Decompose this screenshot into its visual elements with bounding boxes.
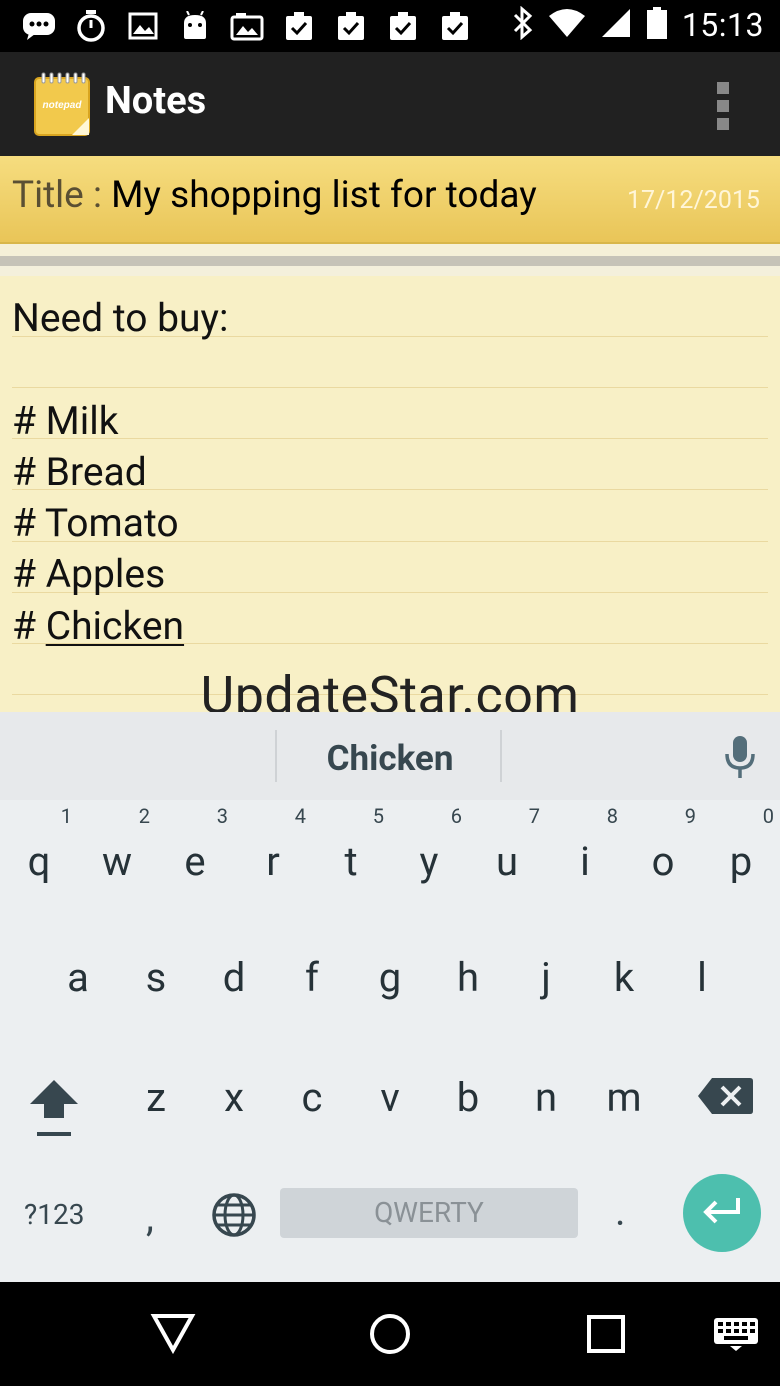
clipboard-check-icon <box>332 8 370 44</box>
clipboard-check-icon <box>280 8 318 44</box>
suggestion-word[interactable]: Chicken <box>280 738 500 779</box>
microphone-icon[interactable] <box>722 734 758 782</box>
space-bar[interactable]: QWERTY <box>280 1188 578 1238</box>
note-date: 17/12/2015 <box>626 186 760 215</box>
key-a[interactable]: a <box>39 954 117 1001</box>
note-line[interactable]: # Tomato <box>12 501 179 545</box>
key-y[interactable]: y6 <box>390 804 468 885</box>
key-h[interactable]: h <box>429 954 507 1001</box>
key-b[interactable]: b <box>429 1074 507 1121</box>
key-u[interactable]: u7 <box>468 804 546 885</box>
back-icon[interactable] <box>150 1312 196 1358</box>
suggestion-divider <box>500 730 502 782</box>
key-e[interactable]: e3 <box>156 804 234 885</box>
enter-button[interactable] <box>683 1174 761 1252</box>
note-line[interactable]: # Milk <box>12 399 118 443</box>
key-j[interactable]: j <box>507 954 585 1001</box>
note-line[interactable]: # Bread <box>12 450 147 494</box>
note-line[interactable]: # Apples <box>12 552 165 596</box>
wifi-icon <box>548 8 586 42</box>
divider <box>0 256 780 266</box>
key-m[interactable]: m <box>585 1074 663 1121</box>
note-line[interactable]: # Chicken <box>12 604 184 648</box>
app-bar: notepad Notes <box>0 52 780 156</box>
key-c[interactable]: c <box>273 1074 351 1121</box>
key-n[interactable]: n <box>507 1074 585 1121</box>
key-k[interactable]: k <box>585 954 663 1001</box>
key-v[interactable]: v <box>351 1074 429 1121</box>
notepad-logo-icon: notepad <box>34 72 90 136</box>
image-icon <box>124 8 162 44</box>
key-g[interactable]: g <box>351 954 429 1001</box>
chat-icon <box>20 8 58 44</box>
note-line[interactable]: Need to buy: <box>12 296 228 340</box>
shift-icon[interactable] <box>24 1074 84 1144</box>
timer-icon <box>72 8 110 44</box>
key-d[interactable]: d <box>195 954 273 1001</box>
suggestion-strip: Chicken <box>0 712 780 800</box>
period-key[interactable]: . <box>615 1188 626 1235</box>
key-r[interactable]: r4 <box>234 804 312 885</box>
note-title-field[interactable]: Title : My shopping list for today <box>12 174 537 217</box>
note-title-bar[interactable]: Title : My shopping list for today 17/12… <box>0 156 780 244</box>
backspace-icon[interactable] <box>696 1076 754 1116</box>
key-o[interactable]: o9 <box>624 804 702 885</box>
key-t[interactable]: t5 <box>312 804 390 885</box>
key-q[interactable]: q1 <box>0 804 78 885</box>
signal-icon <box>600 7 632 43</box>
keyboard: q1 w2 e3 r4 t5 y6 u7 i8 o9 p0 a s d f g … <box>0 800 780 1282</box>
photo-icon <box>228 8 266 44</box>
home-icon[interactable] <box>368 1312 412 1360</box>
suggestion-divider <box>275 730 277 782</box>
key-p[interactable]: p0 <box>702 804 780 885</box>
status-bar: 15:13 <box>0 0 780 52</box>
globe-icon[interactable] <box>211 1192 257 1238</box>
svg-text:notepad: notepad <box>43 100 83 111</box>
clock: 15:13 <box>681 6 764 44</box>
key-l[interactable]: l <box>663 954 741 1001</box>
ruled-line <box>12 438 768 439</box>
comma-key[interactable]: , <box>146 1194 154 1241</box>
bluetooth-icon <box>512 5 534 44</box>
navigation-bar <box>0 1282 780 1386</box>
battery-icon <box>646 6 668 44</box>
keyboard-switch-icon[interactable] <box>712 1316 760 1356</box>
note-line-prefix: # <box>12 603 46 649</box>
notification-icons <box>20 8 474 44</box>
note-title-label: Title : <box>12 174 112 217</box>
key-i[interactable]: i8 <box>546 804 624 885</box>
ruled-line <box>12 387 768 388</box>
recent-apps-icon[interactable] <box>586 1314 626 1358</box>
divider <box>0 266 780 276</box>
divider <box>0 244 780 256</box>
clipboard-check-icon <box>384 8 422 44</box>
system-icons: 15:13 <box>512 5 764 44</box>
key-x[interactable]: x <box>195 1074 273 1121</box>
symbols-key[interactable]: ?123 <box>24 1198 84 1231</box>
enter-icon <box>700 1196 744 1230</box>
android-icon <box>176 8 214 44</box>
note-title-value[interactable]: My shopping list for today <box>111 174 537 217</box>
key-z[interactable]: z <box>117 1074 195 1121</box>
key-s[interactable]: s <box>117 954 195 1001</box>
composing-word[interactable]: Chicken <box>46 603 184 649</box>
key-f[interactable]: f <box>273 954 351 1001</box>
overflow-menu-icon[interactable] <box>716 82 730 130</box>
clipboard-check-icon <box>436 8 474 44</box>
note-editor[interactable]: Need to buy: # Milk # Bread # Tomato # A… <box>0 276 780 712</box>
key-w[interactable]: w2 <box>78 804 156 885</box>
app-title: Notes <box>105 79 207 123</box>
